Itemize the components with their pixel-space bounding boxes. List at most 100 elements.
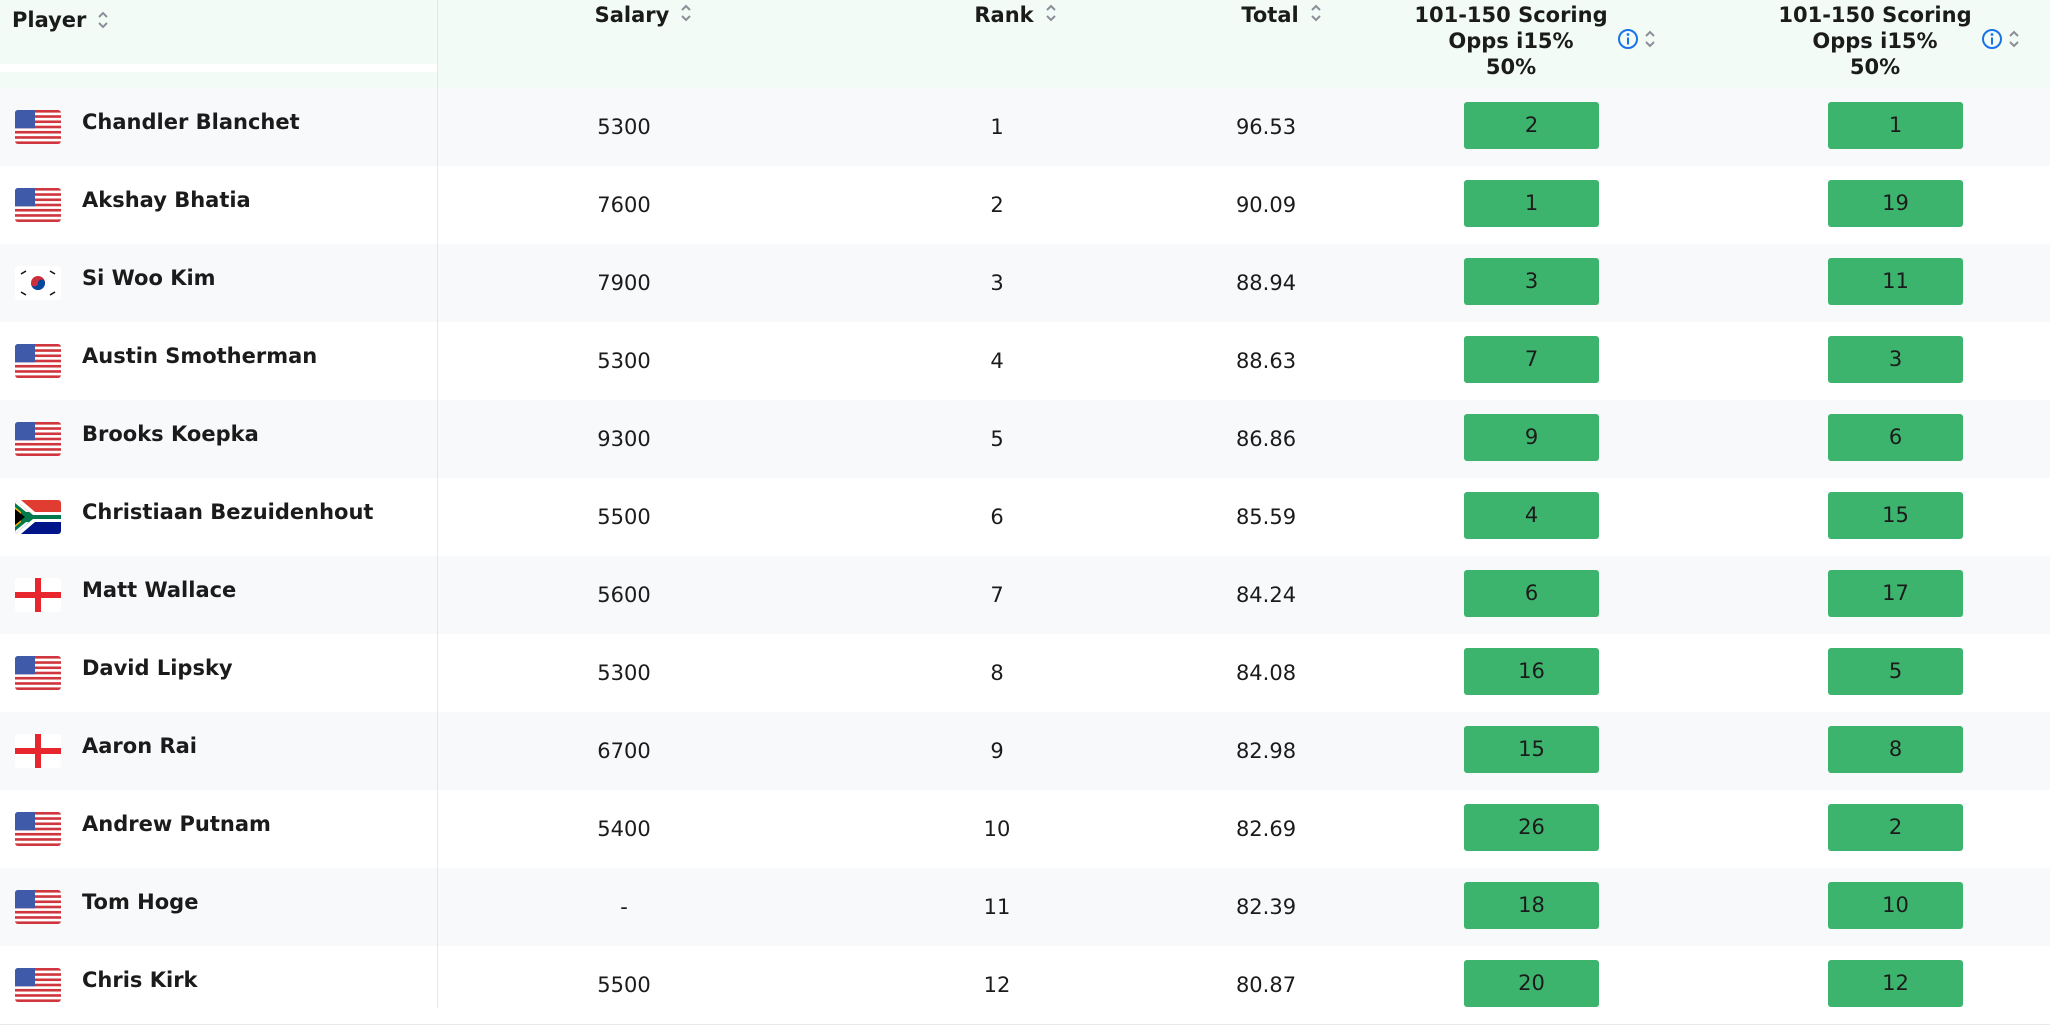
rank-header-cell[interactable]: Rank (946, 0, 1086, 88)
total-header-label: Total (1241, 3, 1299, 27)
stat2-rank-badge: 10 (1828, 882, 1963, 929)
player-name[interactable]: Chris Kirk (82, 968, 198, 992)
player-cell[interactable]: Andrew Putnam (0, 790, 437, 868)
stat1-rank-badge: 16 (1464, 648, 1599, 695)
player-cell[interactable]: Aaron Rai (0, 712, 437, 790)
player-cell[interactable]: Christiaan Bezuidenhout (0, 478, 437, 556)
rank-header-label: Rank (974, 3, 1034, 27)
stat1-rank-badge: 9 (1464, 414, 1599, 461)
stat1-rank-badge: 15 (1464, 726, 1599, 773)
player-cell[interactable]: Brooks Koepka (0, 400, 437, 478)
player-name[interactable]: Akshay Bhatia (82, 188, 251, 212)
sort-icon[interactable] (2007, 28, 2021, 50)
south-africa-flag-icon (15, 500, 61, 534)
player-cell[interactable]: Tom Hoge (0, 868, 437, 946)
stat2-rank-badge: 6 (1828, 414, 1963, 461)
info-icon[interactable] (1617, 28, 1639, 50)
usa-flag-icon (15, 890, 61, 924)
player-cell[interactable]: Si Woo Kim (0, 244, 437, 322)
sort-icon[interactable] (1309, 2, 1323, 24)
rank-cell: 10 (983, 817, 1011, 841)
salary-cell: 5300 (597, 661, 651, 685)
stat1-rank-badge: 7 (1464, 336, 1599, 383)
total-cell: 84.24 (1235, 583, 1297, 607)
table-row[interactable]: Chandler Blanchet 5300 1 96.53 2 1 (0, 88, 2050, 167)
stat1-header-label: 101-150 Scoring Opps i15% 50% (1414, 3, 1608, 79)
table-row[interactable]: Austin Smotherman 5300 4 88.63 7 3 (0, 322, 2050, 401)
stat2-rank-badge: 15 (1828, 492, 1963, 539)
player-cell[interactable]: Austin Smotherman (0, 322, 437, 400)
stat2-rank-badge: 12 (1828, 960, 1963, 1007)
player-name[interactable]: Austin Smotherman (82, 344, 317, 368)
salary-cell: 5500 (597, 973, 651, 997)
stat2-rank-badge: 19 (1828, 180, 1963, 227)
sort-icon[interactable] (679, 2, 693, 24)
player-name[interactable]: Christiaan Bezuidenhout (82, 500, 373, 524)
total-cell: 96.53 (1235, 115, 1297, 139)
salary-cell: 5300 (597, 349, 651, 373)
stat1-rank-badge: 26 (1464, 804, 1599, 851)
stat2-rank-badge: 17 (1828, 570, 1963, 617)
table-row[interactable]: Christiaan Bezuidenhout 5500 6 85.59 4 15 (0, 478, 2050, 557)
player-cell[interactable]: Chandler Blanchet (0, 88, 437, 166)
table-row[interactable]: Si Woo Kim 7900 3 88.94 3 11 (0, 244, 2050, 323)
salary-cell: 6700 (597, 739, 651, 763)
player-name[interactable]: Chandler Blanchet (82, 110, 300, 134)
column-divider (437, 0, 438, 1008)
salary-header-cell[interactable]: Salary (574, 0, 714, 88)
player-cell[interactable]: Chris Kirk (0, 946, 437, 1024)
player-name[interactable]: Matt Wallace (82, 578, 236, 602)
table-row[interactable]: Tom Hoge - 11 82.39 18 10 (0, 868, 2050, 947)
player-name[interactable]: David Lipsky (82, 656, 233, 680)
table-row[interactable]: Matt Wallace 5600 7 84.24 6 17 (0, 556, 2050, 635)
total-header-cell[interactable]: Total (1212, 0, 1352, 88)
stat1-rank-badge: 20 (1464, 960, 1599, 1007)
salary-cell: 5300 (597, 115, 651, 139)
total-cell: 80.87 (1235, 973, 1297, 997)
stat2-rank-badge: 1 (1828, 102, 1963, 149)
sort-icon[interactable] (1643, 28, 1657, 50)
stat1-rank-badge: 4 (1464, 492, 1599, 539)
sort-icon[interactable] (96, 9, 110, 31)
stat2-header-cell[interactable]: 101-150 Scoring Opps i15% 50% (1768, 0, 2028, 88)
stat2-rank-badge: 3 (1828, 336, 1963, 383)
usa-flag-icon (15, 968, 61, 1002)
total-cell: 86.86 (1235, 427, 1297, 451)
table-row[interactable]: Chris Kirk 5500 12 80.87 20 12 (0, 946, 2050, 1025)
rank-cell: 4 (990, 349, 1004, 373)
player-header-cell[interactable]: Player (0, 0, 437, 72)
stat1-rank-badge: 6 (1464, 570, 1599, 617)
total-cell: 90.09 (1235, 193, 1297, 217)
player-name[interactable]: Si Woo Kim (82, 266, 216, 290)
england-flag-icon (15, 734, 61, 768)
player-name[interactable]: Aaron Rai (82, 734, 197, 758)
player-name[interactable]: Andrew Putnam (82, 812, 271, 836)
info-icon[interactable] (1981, 28, 2003, 50)
table-row[interactable]: Brooks Koepka 9300 5 86.86 9 6 (0, 400, 2050, 479)
total-cell: 82.69 (1235, 817, 1297, 841)
stat1-header-cell[interactable]: 101-150 Scoring Opps i15% 50% (1404, 0, 1664, 88)
usa-flag-icon (15, 110, 61, 144)
stat2-rank-badge: 8 (1828, 726, 1963, 773)
rank-cell: 9 (990, 739, 1004, 763)
stat2-rank-badge: 11 (1828, 258, 1963, 305)
korea-flag-icon (15, 266, 61, 300)
stat1-rank-badge: 1 (1464, 180, 1599, 227)
stat1-rank-badge: 18 (1464, 882, 1599, 929)
player-cell[interactable]: Akshay Bhatia (0, 166, 437, 244)
player-name[interactable]: Brooks Koepka (82, 422, 259, 446)
table-row[interactable]: David Lipsky 5300 8 84.08 16 5 (0, 634, 2050, 713)
table-row[interactable]: Akshay Bhatia 7600 2 90.09 1 19 (0, 166, 2050, 245)
player-name[interactable]: Tom Hoge (82, 890, 198, 914)
rank-cell: 2 (990, 193, 1004, 217)
table-row[interactable]: Andrew Putnam 5400 10 82.69 26 2 (0, 790, 2050, 869)
rank-cell: 6 (990, 505, 1004, 529)
usa-flag-icon (15, 656, 61, 690)
salary-cell: 9300 (597, 427, 651, 451)
rank-cell: 1 (990, 115, 1004, 139)
total-cell: 88.63 (1235, 349, 1297, 373)
player-cell[interactable]: Matt Wallace (0, 556, 437, 634)
sort-icon[interactable] (1044, 2, 1058, 24)
player-cell[interactable]: David Lipsky (0, 634, 437, 712)
table-row[interactable]: Aaron Rai 6700 9 82.98 15 8 (0, 712, 2050, 791)
